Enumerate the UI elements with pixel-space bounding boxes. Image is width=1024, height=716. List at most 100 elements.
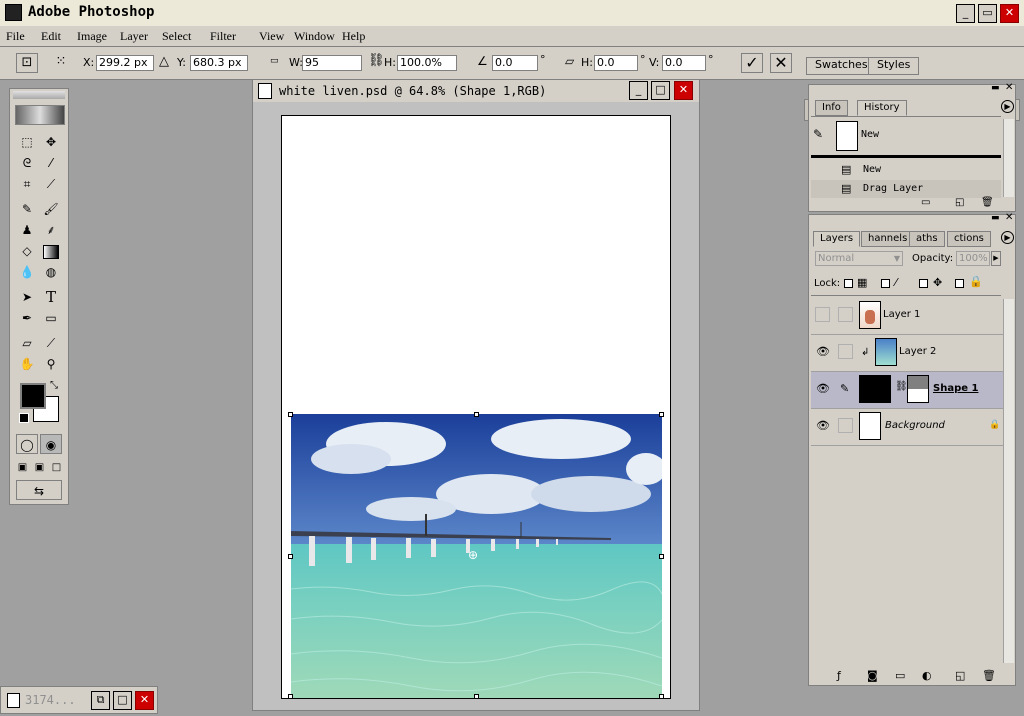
menu-layer[interactable]: Layer xyxy=(120,29,148,44)
add-mask-icon[interactable]: ◙ xyxy=(867,669,878,682)
history-brush-source-icon[interactable]: ✎ xyxy=(813,127,823,141)
blend-mode-select[interactable]: Normal ▼ xyxy=(815,251,903,266)
minimized-document[interactable]: 3174... ⧉ □ ✕ xyxy=(0,686,158,714)
notes-tool-icon[interactable]: ▱ xyxy=(16,333,38,353)
tab-actions[interactable]: ctions xyxy=(947,231,991,247)
lasso-tool-icon[interactable]: ᘓ xyxy=(16,153,38,173)
relative-position-icon[interactable]: △ xyxy=(159,54,169,69)
transform-handle-mr[interactable] xyxy=(659,554,664,559)
slice-tool-icon[interactable]: ⟋ xyxy=(40,174,62,194)
new-set-icon[interactable]: ▭ xyxy=(895,669,905,682)
w-field[interactable]: 95 xyxy=(302,55,362,71)
document-title-bar[interactable]: white liven.psd @ 64.8% (Shape 1,RGB) _ … xyxy=(253,80,699,102)
skew-v-field[interactable]: 0.0 xyxy=(662,55,706,71)
menu-file[interactable]: File xyxy=(6,29,25,44)
transform-center-icon[interactable]: ⊕ xyxy=(468,548,478,562)
layer-style-icon[interactable]: ƒ xyxy=(837,669,841,682)
dodge-tool-icon[interactable]: ◍ xyxy=(40,262,62,282)
x-icon[interactable]: ✕ xyxy=(770,53,792,73)
panel-minimize-icon[interactable]: ▬ xyxy=(991,213,1000,223)
new-snapshot-icon[interactable]: ◱ xyxy=(955,197,964,208)
history-state[interactable]: ▤ Drag Layer xyxy=(811,180,1001,198)
jump-to-imageready-icon[interactable]: ⇆ xyxy=(16,480,62,500)
tab-history[interactable]: History xyxy=(857,100,907,116)
default-colors-icon[interactable] xyxy=(19,413,29,423)
type-tool-icon[interactable]: T xyxy=(40,287,62,307)
skew-h-field[interactable]: 0.0 xyxy=(594,55,638,71)
gradient-tool-icon[interactable] xyxy=(40,241,62,261)
eye-icon[interactable]: 👁 xyxy=(816,419,830,433)
standard-mode-icon[interactable]: ◯ xyxy=(16,434,38,454)
visibility-toggle[interactable] xyxy=(815,307,830,322)
eyedropper-tool-icon[interactable]: ⟋ xyxy=(40,333,62,353)
minimize-button[interactable]: _ xyxy=(956,4,975,23)
screen-mode-full-icon[interactable]: □ xyxy=(48,458,65,478)
opacity-field[interactable]: 100% xyxy=(956,251,990,266)
restore-button[interactable]: ▭ xyxy=(978,4,997,23)
menu-help[interactable]: Help xyxy=(342,29,365,44)
doc-close-button[interactable]: ✕ xyxy=(674,81,693,100)
screen-mode-standard-icon[interactable]: ▣ xyxy=(14,458,31,478)
h-field[interactable]: 100.0% xyxy=(397,55,457,71)
hand-tool-icon[interactable]: ✋ xyxy=(16,354,38,374)
tab-paths[interactable]: aths xyxy=(909,231,945,247)
tab-swatches[interactable]: Swatches xyxy=(806,57,877,75)
panel-menu-icon[interactable]: ▶ xyxy=(1001,231,1014,244)
panel-close-icon[interactable]: ✕ xyxy=(1005,212,1013,223)
doc-maximize-button[interactable]: □ xyxy=(651,81,670,100)
link-toggle[interactable] xyxy=(838,418,853,433)
adobe-online-icon[interactable] xyxy=(15,105,65,125)
menu-filter[interactable]: Filter xyxy=(210,29,236,44)
link-toggle[interactable] xyxy=(838,307,853,322)
panel-minimize-icon[interactable]: ▬ xyxy=(991,83,1000,93)
layer-row[interactable]: 👁 Background 🔒 xyxy=(811,409,1003,446)
eye-icon[interactable]: 👁 xyxy=(816,345,830,359)
zoom-tool-icon[interactable]: ⚲ xyxy=(40,354,62,374)
transform-handle-bl[interactable] xyxy=(288,694,293,698)
lock-position-checkbox[interactable] xyxy=(919,279,928,288)
snapshot-label[interactable]: New xyxy=(861,129,879,140)
history-state[interactable]: ▤ New xyxy=(811,161,1001,179)
opacity-slider-button[interactable]: ▶ xyxy=(991,251,1001,266)
adjustment-layer-icon[interactable]: ◐ xyxy=(922,669,932,682)
checkmark-icon[interactable]: ✓ xyxy=(741,53,763,73)
foreground-color-swatch[interactable] xyxy=(20,383,46,409)
trash-icon[interactable]: 🗑 xyxy=(982,669,996,682)
tab-layers[interactable]: Layers xyxy=(813,231,861,247)
move-tool-icon[interactable]: ✥ xyxy=(40,132,62,152)
mini-close-button[interactable]: ✕ xyxy=(135,691,154,710)
eraser-tool-icon[interactable]: ◇ xyxy=(16,241,38,261)
panel-close-icon[interactable]: ✕ xyxy=(1005,82,1013,93)
close-button[interactable]: ✕ xyxy=(1000,4,1019,23)
y-field[interactable]: 680.3 px xyxy=(190,55,248,71)
tab-channels[interactable]: hannels xyxy=(861,231,915,247)
layers-scrollbar[interactable] xyxy=(1003,299,1014,663)
path-selection-icon[interactable]: ➤ xyxy=(16,287,38,307)
x-field[interactable]: 299.2 px xyxy=(96,55,154,71)
menu-edit[interactable]: Edit xyxy=(41,29,61,44)
layer-row-selected[interactable]: 👁 ✎ ⛓ Shape 1 xyxy=(811,372,1003,409)
mini-maximize-button[interactable]: □ xyxy=(113,691,132,710)
transform-handle-tr[interactable] xyxy=(659,412,664,417)
new-layer-icon[interactable]: ◱ xyxy=(955,669,965,682)
layer-row[interactable]: 👁 ↲ Layer 2 xyxy=(811,335,1003,372)
screen-mode-menu-icon[interactable]: ▣ xyxy=(31,458,48,478)
history-scrollbar[interactable] xyxy=(1003,119,1014,197)
tool-preset-icon[interactable]: ⊡ xyxy=(16,53,38,73)
angle-field[interactable]: 0.0 xyxy=(492,55,538,71)
healing-brush-icon[interactable]: ✎ xyxy=(16,199,38,219)
rectangle-tool-icon[interactable]: ▭ xyxy=(40,308,62,328)
canvas[interactable]: ⊕ xyxy=(281,115,671,699)
lock-transparency-checkbox[interactable] xyxy=(844,279,853,288)
link-icon[interactable]: ⛓ xyxy=(368,53,385,68)
transform-handle-tc[interactable] xyxy=(474,412,479,417)
history-brush-icon[interactable]: ⸙ xyxy=(40,220,62,240)
clone-stamp-icon[interactable]: ♟ xyxy=(16,220,38,240)
doc-minimize-button[interactable]: _ xyxy=(629,81,648,100)
tab-info[interactable]: Info xyxy=(815,100,848,116)
magic-wand-icon[interactable]: ⁄ xyxy=(40,153,62,173)
marquee-tool-icon[interactable]: ⬚ xyxy=(16,132,38,152)
eye-icon[interactable]: 👁 xyxy=(816,382,830,396)
mini-restore-button[interactable]: ⧉ xyxy=(91,691,110,710)
transform-handle-bc[interactable] xyxy=(474,694,479,698)
